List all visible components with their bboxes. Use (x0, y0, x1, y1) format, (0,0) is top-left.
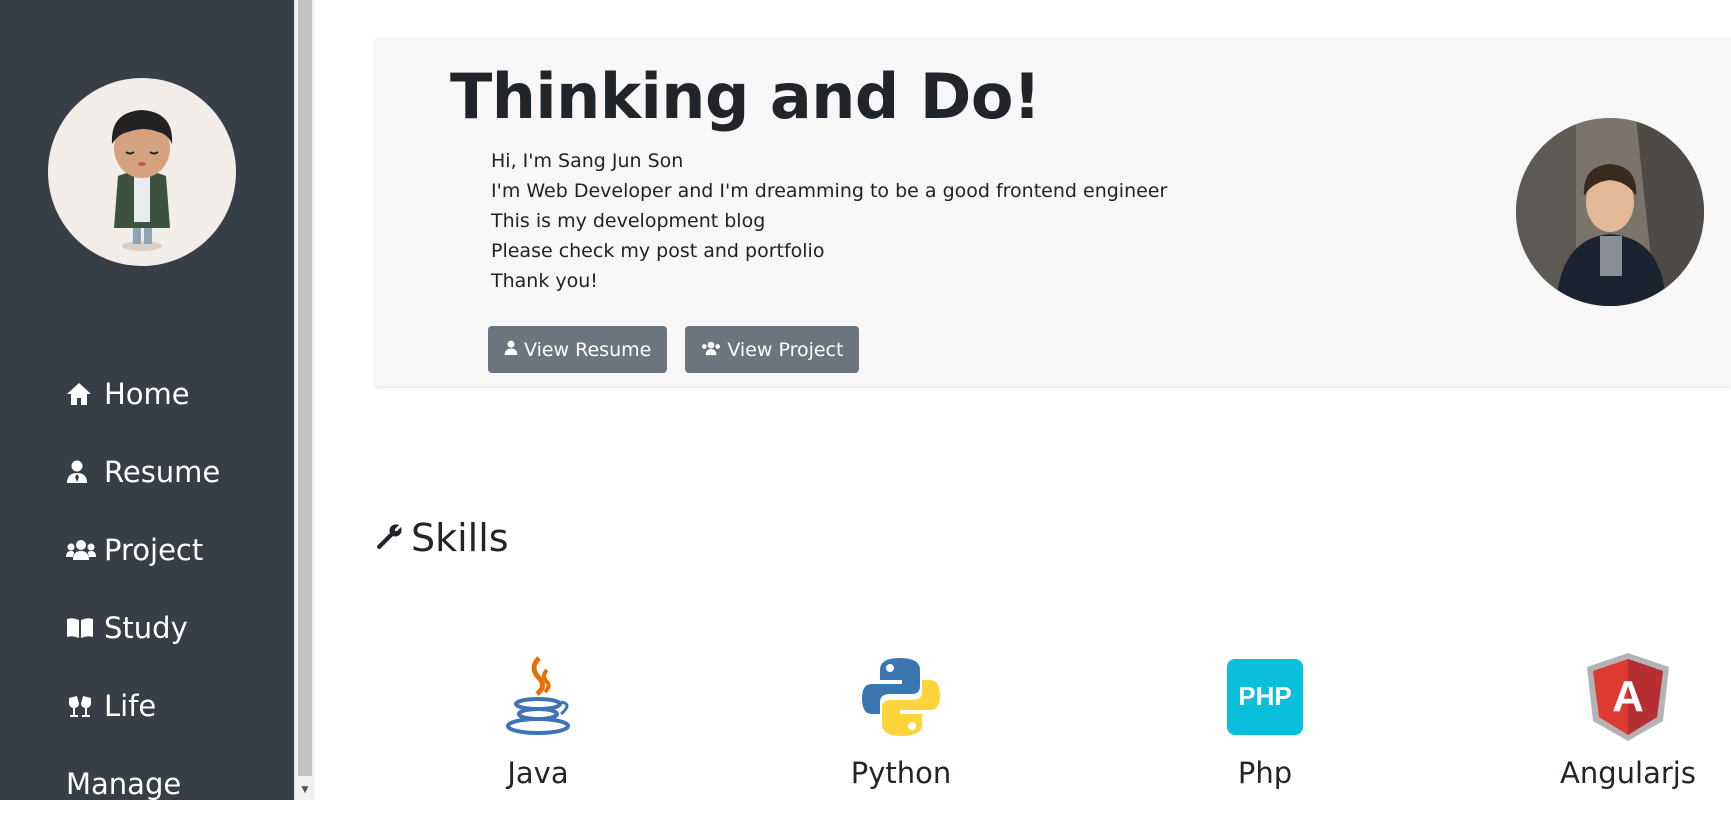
sidebar-item-life[interactable]: Life (66, 667, 220, 745)
cheers-icon (66, 694, 104, 718)
sidebar-item-label: Project (104, 533, 204, 567)
sidebar-item-study[interactable]: Study (66, 589, 220, 667)
sidebar-item-label: Home (104, 377, 190, 411)
skill-item-angularjs: A Angularjs (1538, 652, 1718, 790)
angular-logo-icon: A (1538, 652, 1718, 742)
python-logo-icon (811, 652, 991, 742)
hero-actions: View Resume View Project (488, 326, 860, 373)
php-logo-icon: PHP (1175, 652, 1355, 742)
sidebar-item-label: Manage (66, 767, 182, 801)
sidebar: Home Resume Project Study Life Manage (0, 0, 294, 801)
hero-jumbotron: Thinking and Do! Hi, I'm Sang Jun Son I'… (375, 38, 1731, 386)
sidebar-item-resume[interactable]: Resume (66, 433, 220, 511)
wrench-icon (375, 516, 403, 560)
user-tie-icon (66, 460, 104, 484)
intro-line: This is my development blog (491, 210, 766, 232)
sidebar-item-label: Study (104, 611, 188, 645)
skill-item-python: Python (811, 652, 991, 790)
users-icon (701, 339, 721, 361)
page-title: Thinking and Do! (450, 60, 1041, 133)
view-project-button[interactable]: View Project (685, 326, 860, 373)
skill-name: Python (850, 756, 952, 790)
sidebar-item-home[interactable]: Home (66, 355, 220, 433)
view-resume-label: View Resume (524, 338, 652, 361)
svg-text:A: A (1612, 672, 1644, 721)
sidebar-item-label: Life (104, 689, 157, 723)
scrollbar-thumb[interactable] (298, 0, 312, 776)
svg-text:PHP: PHP (1238, 681, 1291, 711)
skill-name: Java (507, 756, 569, 790)
intro-line: I'm Web Developer and I'm dreamming to b… (491, 180, 1168, 202)
intro-text: Hi, I'm Sang Jun Son I'm Web Developer a… (491, 146, 1167, 296)
view-resume-button[interactable]: View Resume (488, 326, 668, 373)
intro-line: Thank you! (491, 270, 598, 292)
skills-heading: Skills (375, 516, 509, 560)
sidebar-item-project[interactable]: Project (66, 511, 220, 589)
sidebar-item-manage[interactable]: Manage (66, 745, 220, 823)
skill-item-java: Java (448, 652, 628, 790)
java-logo-icon (448, 652, 628, 742)
skill-name: Angularjs (1560, 756, 1696, 790)
view-project-label: View Project (727, 338, 844, 361)
home-icon (66, 382, 104, 406)
skills-heading-label: Skills (411, 516, 509, 560)
vertical-scrollbar[interactable]: ▼ (294, 0, 315, 800)
skill-name: Php (1237, 756, 1293, 790)
scroll-down-arrow-icon[interactable]: ▼ (295, 782, 315, 798)
intro-line: Hi, I'm Sang Jun Son (491, 150, 684, 172)
avatar[interactable] (48, 78, 236, 266)
book-icon (66, 617, 104, 639)
intro-line: Please check my post and portfolio (491, 240, 825, 262)
users-icon (66, 539, 104, 561)
user-tie-icon (504, 339, 518, 361)
profile-photo (1516, 118, 1704, 306)
sidebar-item-label: Resume (104, 455, 221, 489)
skill-item-php: PHP Php (1175, 652, 1355, 790)
sidebar-nav: Home Resume Project Study Life Manage (66, 355, 220, 823)
